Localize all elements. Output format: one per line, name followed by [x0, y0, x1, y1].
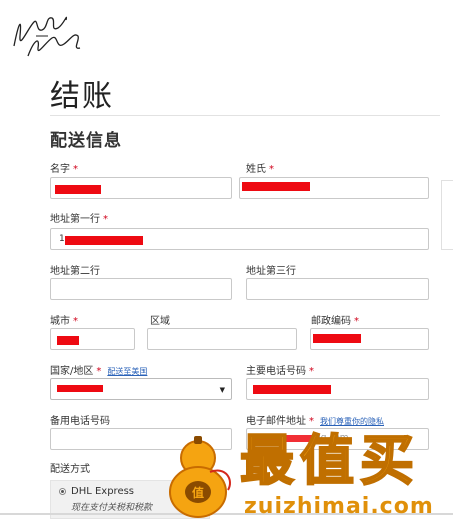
ship-to-us-link[interactable]: 配送至美国: [107, 367, 147, 376]
redaction-bar: [313, 334, 361, 343]
redaction-bar: [57, 336, 79, 345]
redaction-bar: [242, 182, 310, 191]
address2-input[interactable]: [50, 278, 232, 300]
country-label: 国家/地区 * 配送至美国: [50, 366, 148, 377]
redaction-bar: [55, 185, 101, 194]
city-input[interactable]: [50, 328, 135, 350]
last-name-input[interactable]: [239, 177, 429, 199]
shipping-option-name: DHL Express: [71, 486, 135, 497]
order-summary-panel-edge: [441, 180, 453, 250]
postal-label: 邮政编码 *: [311, 316, 359, 327]
gourd-logo-icon: 值: [169, 436, 231, 518]
page-title: 结账: [50, 79, 114, 114]
postal-input[interactable]: [310, 328, 429, 350]
city-label: 城市 *: [50, 316, 78, 327]
phone-input[interactable]: [246, 378, 429, 400]
last-name-label: 姓氏 *: [246, 164, 274, 175]
address1-value: 1: [59, 234, 65, 244]
first-name-input[interactable]: [50, 177, 232, 199]
address3-input[interactable]: [246, 278, 429, 300]
redaction-bar: [57, 385, 103, 392]
shipping-method-label: 配送方式: [50, 464, 90, 475]
phone-label: 主要电话号码 *: [246, 366, 314, 377]
watermark: 值 最值买 zuizhimai.com: [160, 432, 453, 519]
section-title: 配送信息: [50, 131, 122, 151]
region-input[interactable]: [147, 328, 297, 350]
email-label: 电子邮件地址 * 我们尊重你的隐私: [246, 416, 384, 427]
address1-input[interactable]: 1: [50, 228, 429, 250]
region-label: 区域: [150, 316, 170, 327]
address1-label: 地址第一行 *: [50, 214, 108, 225]
address2-label: 地址第二行: [50, 266, 100, 277]
radio-selected-icon[interactable]: [59, 488, 66, 495]
privacy-link[interactable]: 我们尊重你的隐私: [320, 417, 384, 426]
country-select[interactable]: ▼: [50, 378, 232, 400]
svg-text:值: 值: [192, 485, 204, 500]
first-name-label: 名字 *: [50, 164, 78, 175]
shipping-option-desc: 现在支付关税和税款: [71, 503, 153, 513]
redaction-bar: [65, 236, 143, 245]
redaction-bar: [253, 385, 331, 394]
address3-label: 地址第三行: [246, 266, 296, 277]
watermark-en: zuizhimai.com: [244, 494, 434, 519]
alt-phone-label: 备用电话号码: [50, 416, 110, 427]
brand-logo[interactable]: [8, 6, 86, 62]
title-divider: [50, 115, 440, 116]
watermark-cn: 最值买: [239, 429, 420, 492]
chevron-down-icon: ▼: [219, 386, 225, 394]
